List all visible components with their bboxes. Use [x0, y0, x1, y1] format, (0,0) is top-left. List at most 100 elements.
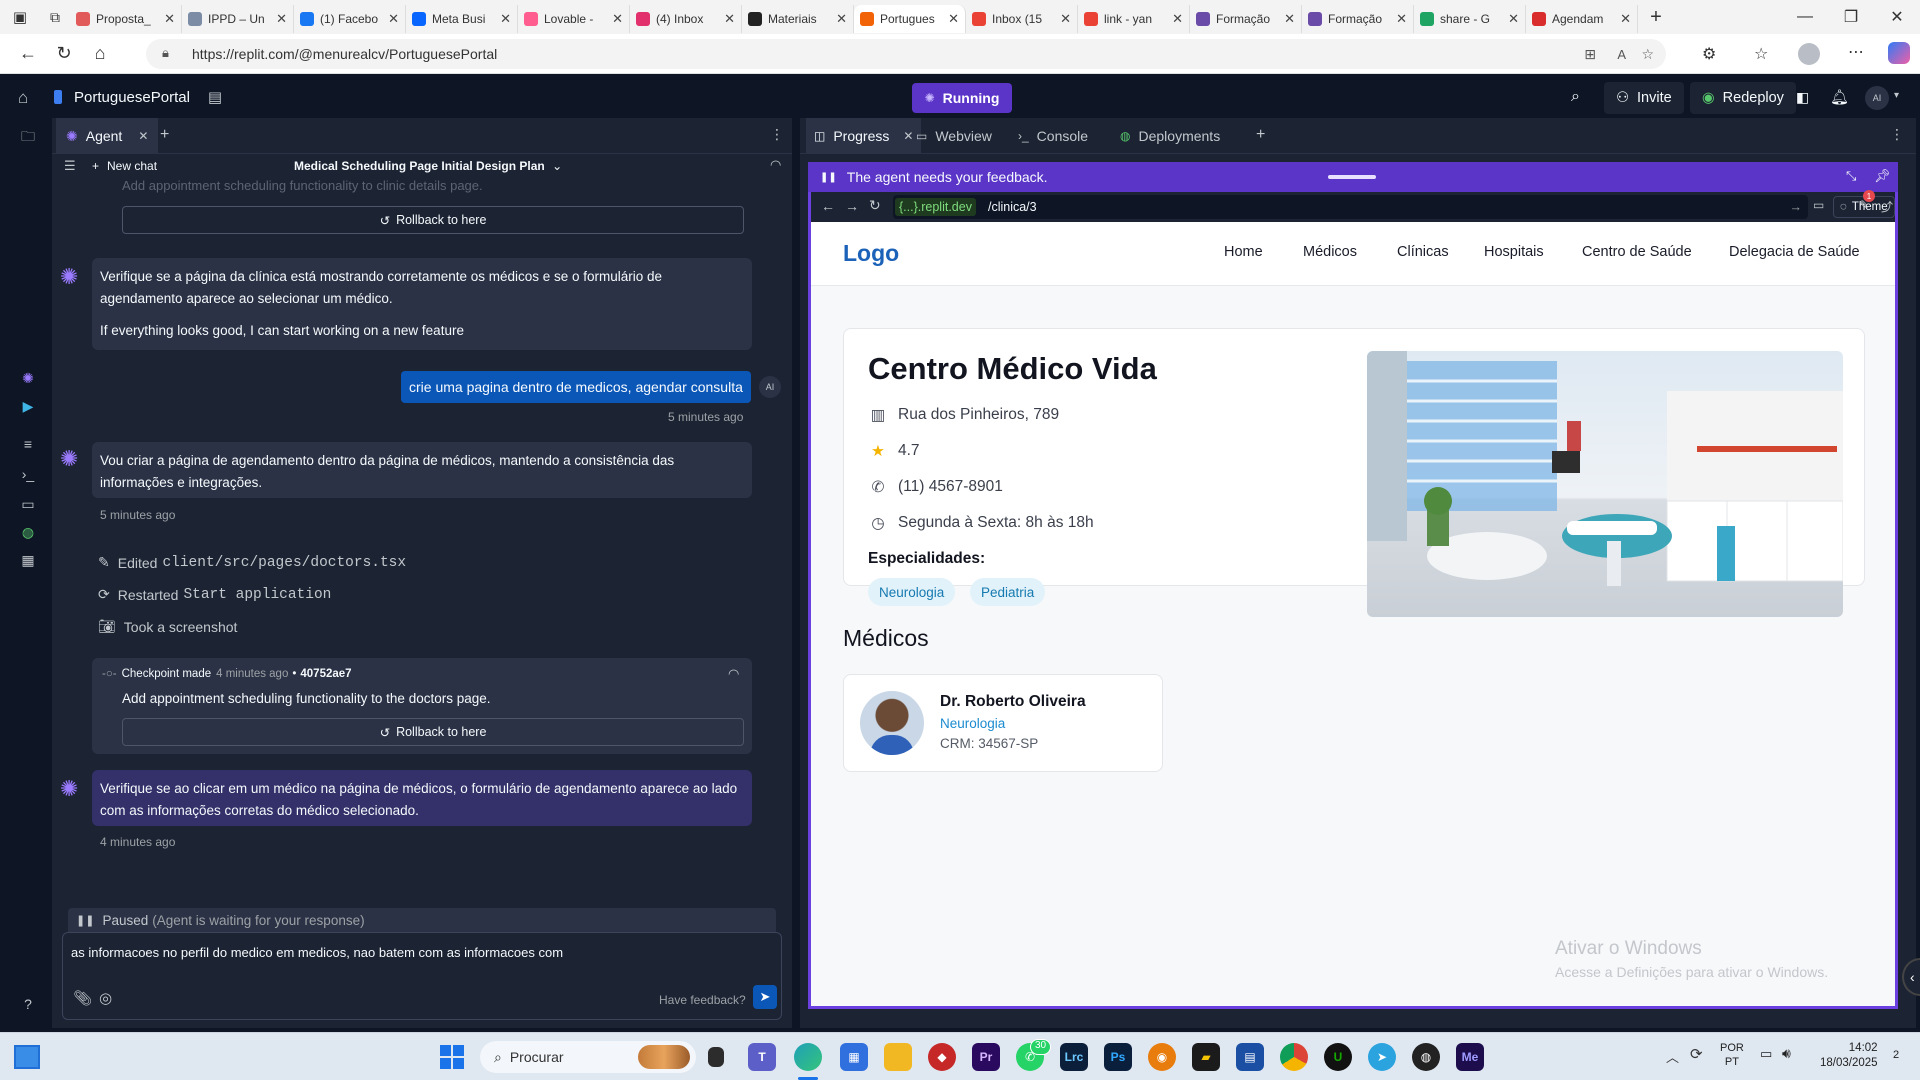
notes-icon[interactable]: ▰ — [1192, 1043, 1220, 1071]
attach-icon[interactable]: 📎︎ — [73, 989, 92, 1007]
start-button[interactable] — [440, 1045, 464, 1069]
browser-tab[interactable]: (4) Inbox ✕ — [630, 5, 742, 33]
speedometer-icon[interactable]: ◠ — [770, 157, 781, 173]
read-aloud-icon[interactable]: A — [1617, 47, 1626, 62]
close-tab-icon[interactable]: ✕ — [1508, 11, 1519, 27]
close-tab-icon[interactable]: ✕ — [164, 11, 175, 27]
rollback-button[interactable]: ↺ Rollback to here — [122, 206, 744, 234]
drag-handle[interactable] — [1328, 175, 1376, 179]
browser-tab[interactable]: Meta Busi ✕ — [406, 5, 518, 33]
add-tab-icon[interactable]: + — [1256, 126, 1265, 144]
doctor-card[interactable]: Dr. Roberto Oliveira Neurologia CRM: 345… — [843, 674, 1163, 772]
minimize-button[interactable]: — — [1782, 8, 1828, 26]
user-avatar[interactable]: AI — [1865, 86, 1889, 110]
chat-title-dropdown[interactable]: Medical Scheduling Page Initial Design P… — [294, 159, 562, 173]
browser-tab[interactable]: Agendam ✕ — [1526, 5, 1638, 33]
file-icon[interactable]: ▤ — [208, 88, 222, 106]
favorite-star-icon[interactable]: ☆ — [1641, 46, 1654, 63]
window-icon[interactable]: ◧ — [1796, 89, 1809, 106]
favorites-icon[interactable]: ☆ — [1754, 44, 1768, 64]
history-icon[interactable]: ☰ — [64, 158, 76, 174]
upwork-icon[interactable]: U — [1324, 1043, 1352, 1071]
github-icon[interactable]: ◍ — [1412, 1043, 1440, 1071]
nav-centro-de-saude[interactable]: Centro de Saúde — [1582, 244, 1692, 260]
notifications-icon[interactable]: 🔔︎ — [1830, 88, 1849, 106]
taskbar-search[interactable]: ⌕ Procurar — [480, 1041, 696, 1073]
browser-tab[interactable]: (1) Facebo ✕ — [294, 5, 406, 33]
chat-input-box[interactable]: as informacoes no perfil do medico em me… — [62, 932, 782, 1020]
browser-tab[interactable]: Portugues ✕ — [854, 5, 966, 33]
close-tab-icon[interactable]: ✕ — [276, 11, 287, 27]
language-indicator[interactable]: POR PT — [1720, 1041, 1744, 1069]
close-tab-icon[interactable]: ✕ — [1284, 11, 1295, 27]
close-tab-icon[interactable]: ✕ — [948, 11, 959, 27]
browser-tab[interactable]: link - yan ✕ — [1078, 5, 1190, 33]
pin-icon[interactable]: 📌︎ — [1874, 168, 1891, 184]
widgets-icon[interactable] — [14, 1045, 40, 1069]
deployments-icon[interactable]: ◍ — [18, 522, 38, 542]
security-icon[interactable]: ◆ — [928, 1043, 956, 1071]
all-tools-icon[interactable]: ▦ — [18, 550, 38, 570]
shell-icon[interactable]: ▶ — [18, 396, 38, 416]
task-view-icon[interactable] — [708, 1047, 724, 1067]
chat-input-text[interactable]: as informacoes no perfil do medico em me… — [71, 945, 563, 960]
feedback-link[interactable]: Have feedback? — [659, 993, 746, 1007]
nav-clinicas[interactable]: Clínicas — [1397, 244, 1449, 260]
tab-webview[interactable]: ▭ Webview — [916, 118, 992, 154]
browser-tab[interactable]: Proposta_ ✕ — [70, 5, 182, 33]
speedometer-icon[interactable]: ◠ — [728, 666, 739, 682]
forward-icon[interactable]: → — [845, 198, 859, 214]
close-tab-icon[interactable]: ✕ — [1172, 11, 1183, 27]
action-screenshot[interactable]: 📷︎ Took a screenshot — [98, 618, 237, 635]
telegram-icon[interactable]: ➤ — [1368, 1043, 1396, 1071]
explorer-icon[interactable] — [884, 1043, 912, 1071]
notification-count[interactable]: 2 — [1888, 1047, 1904, 1063]
blender-icon[interactable]: ◉ — [1148, 1043, 1176, 1071]
photoshop-icon[interactable]: Ps — [1104, 1043, 1132, 1071]
back-icon[interactable]: ← — [821, 198, 835, 214]
volume-icon[interactable]: 🔊︎ — [1782, 1045, 1791, 1062]
terminal-icon[interactable]: ›_ — [18, 464, 38, 484]
collapse-icon[interactable]: ⤡ — [1846, 168, 1856, 184]
nav-home[interactable]: Home — [1224, 244, 1263, 260]
chevron-down-icon[interactable]: ▾ — [1894, 90, 1899, 101]
console-icon[interactable]: ≡ — [18, 434, 38, 454]
invite-button[interactable]: ⚇ Invite — [1604, 82, 1684, 114]
help-icon[interactable]: ? — [18, 994, 38, 1014]
close-icon[interactable]: ✕ — [138, 129, 148, 143]
browser-tab[interactable]: Formação ✕ — [1190, 5, 1302, 33]
browser-tab[interactable]: IPPD – Un ✕ — [182, 5, 294, 33]
pane-menu-icon[interactable]: ⋮ — [770, 126, 784, 143]
store-icon[interactable]: ▦ — [840, 1043, 868, 1071]
run-button[interactable]: ✺ Running — [912, 83, 1012, 113]
webview-url-field[interactable]: {...}.replit.dev /clinica/3 → — [893, 195, 1808, 219]
redeploy-button[interactable]: ◉ Redeploy — [1690, 82, 1796, 114]
chrome-icon[interactable] — [1280, 1043, 1308, 1071]
settings-icon[interactable]: ◎ — [99, 989, 112, 1007]
profile-avatar[interactable] — [1798, 43, 1820, 65]
restore-button[interactable]: ❐ — [1828, 7, 1874, 27]
close-icon[interactable]: ✕ — [903, 129, 913, 143]
tab-actions-icon[interactable]: ⧉ — [40, 9, 70, 26]
teams-icon[interactable]: T — [748, 1043, 776, 1071]
browser-tab[interactable]: share - G ✕ — [1414, 5, 1526, 33]
close-window-button[interactable]: ✕ — [1874, 7, 1920, 27]
lightroom-classic-icon[interactable]: Lrc — [1060, 1043, 1088, 1071]
copilot-icon[interactable] — [1888, 42, 1910, 64]
workspaces-icon[interactable]: ▣ — [0, 8, 40, 26]
tab-agent[interactable]: ✺ Agent ✕ — [56, 118, 159, 154]
rollback-button[interactable]: ↺ Rollback to here — [122, 718, 744, 746]
action-edited[interactable]: ✎ Edited client/src/pages/doctors.tsx — [98, 554, 406, 571]
home-icon[interactable]: ⌂ — [82, 36, 118, 72]
agent-icon[interactable]: ✺ — [18, 368, 38, 388]
reload-icon[interactable]: ↻ — [869, 197, 881, 214]
clock[interactable]: 14:02 18/03/2025 — [1820, 1041, 1878, 1071]
more-options-icon[interactable]: ⋯ — [1848, 42, 1864, 62]
extensions-icon[interactable]: ⚙ — [1702, 44, 1716, 64]
url-field[interactable]: 🔒︎ https://replit.com/@menurealcv/Portug… — [146, 39, 1666, 69]
close-tab-icon[interactable]: ✕ — [612, 11, 623, 27]
site-logo[interactable]: Logo — [843, 240, 899, 267]
browser-tab[interactable]: Lovable - ✕ — [518, 5, 630, 33]
add-tab-icon[interactable]: + — [160, 126, 169, 144]
home-icon[interactable]: ⌂ — [18, 88, 28, 108]
